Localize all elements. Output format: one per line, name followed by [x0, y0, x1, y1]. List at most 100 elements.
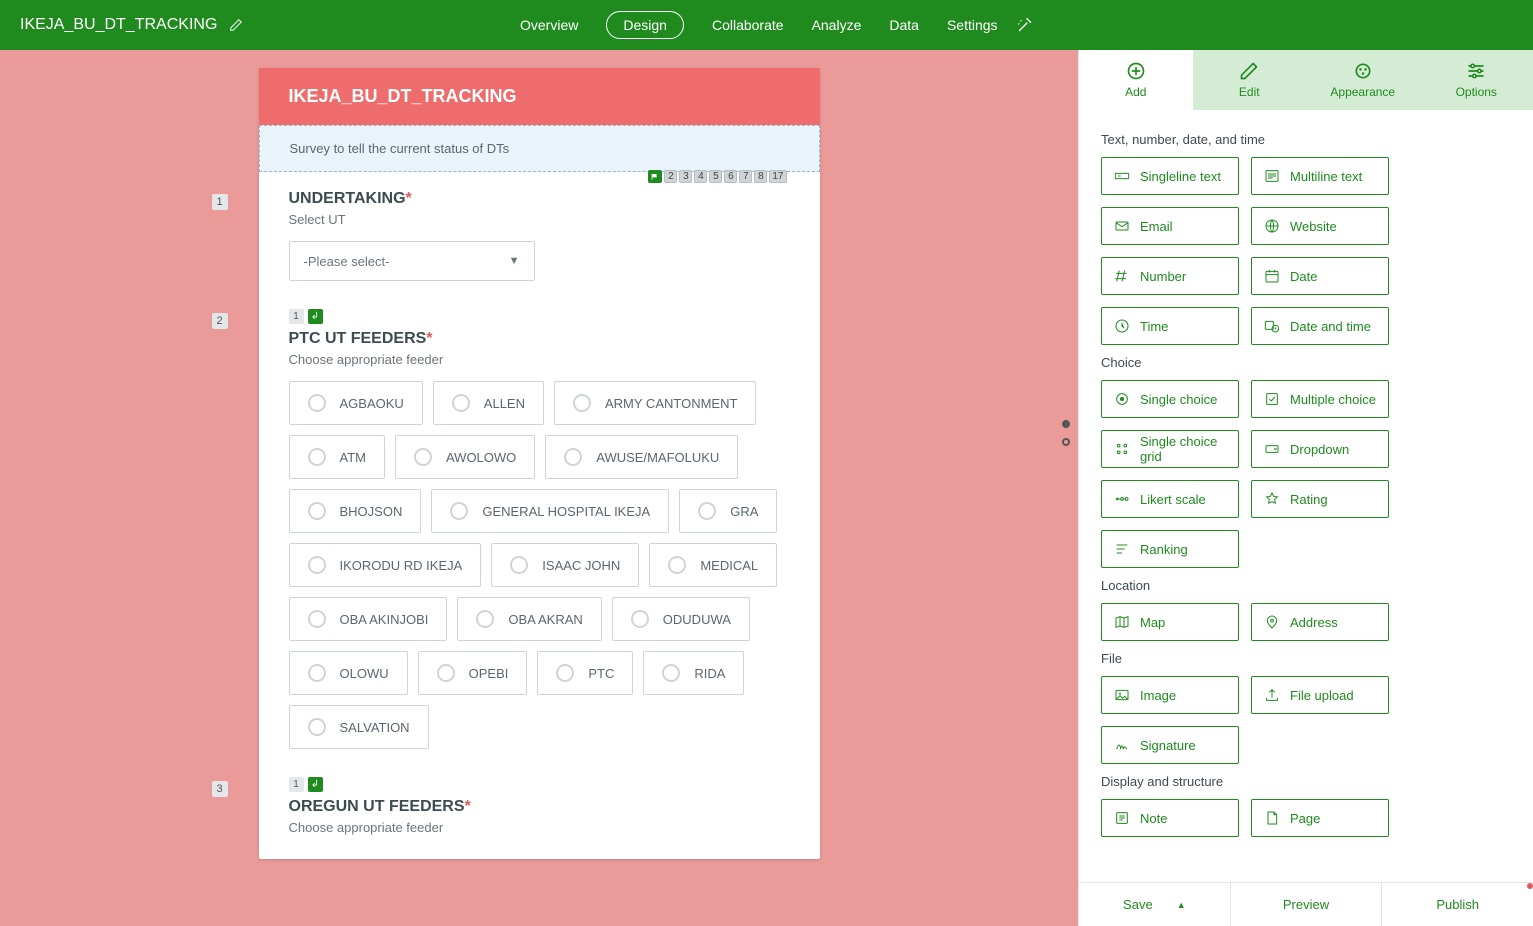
tool-singleline-text[interactable]: Singleline text: [1101, 157, 1239, 195]
tool-likert-scale[interactable]: Likert scale: [1101, 480, 1239, 518]
project-title: IKEJA_BU_DT_TRACKING: [20, 16, 217, 34]
dropdown-icon: [1264, 441, 1280, 457]
radio-icon: [556, 664, 574, 682]
singleline-text-icon: [1114, 168, 1130, 184]
preview-button[interactable]: Preview: [1230, 883, 1382, 926]
section-label: File: [1101, 651, 1511, 666]
radio-icon: [308, 610, 326, 628]
tool-website[interactable]: Website: [1251, 207, 1389, 245]
radio-icon: [308, 556, 326, 574]
tool-single-choice-grid[interactable]: Single choice grid: [1101, 430, 1239, 468]
tool-note[interactable]: Note: [1101, 799, 1239, 837]
tool-image[interactable]: Image: [1101, 676, 1239, 714]
tool-time[interactable]: Time: [1101, 307, 1239, 345]
tool-email[interactable]: Email: [1101, 207, 1239, 245]
radio-option[interactable]: OLOWU: [289, 651, 408, 695]
tool-single-choice[interactable]: Single choice: [1101, 380, 1239, 418]
radio-icon: [476, 610, 494, 628]
tool-number[interactable]: Number: [1101, 257, 1239, 295]
radio-option[interactable]: GENERAL HOSPITAL IKEJA: [431, 489, 669, 533]
nav-design[interactable]: Design: [606, 11, 684, 39]
chevron-up-icon[interactable]: ▲: [1177, 900, 1186, 910]
edit-title-icon[interactable]: [229, 18, 243, 32]
radio-option[interactable]: OPEBI: [418, 651, 528, 695]
tools-sidebar: AddEditAppearanceOptions Text, number, d…: [1078, 50, 1533, 926]
map-icon: [1114, 614, 1130, 630]
sidebar-tabs: AddEditAppearanceOptions: [1079, 50, 1533, 110]
radio-option[interactable]: AWUSE/MAFOLUKU: [545, 435, 738, 479]
tools-icon[interactable]: [1016, 16, 1034, 34]
rating-icon: [1264, 491, 1280, 507]
question-1[interactable]: 1 UNDERTAKING* Select UT -Please select-…: [259, 172, 820, 291]
tool-rating[interactable]: Rating: [1251, 480, 1389, 518]
tool-signature[interactable]: Signature: [1101, 726, 1239, 764]
add-icon: [1126, 61, 1146, 81]
sidebar-tab-appearance[interactable]: Appearance: [1306, 50, 1420, 110]
radio-icon: [564, 448, 582, 466]
undertaking-select[interactable]: -Please select- ▼: [289, 241, 535, 281]
nav-analyze[interactable]: Analyze: [812, 17, 862, 33]
radio-option[interactable]: OBA AKINJOBI: [289, 597, 448, 641]
tool-grid: Image File upload Signature: [1101, 676, 1511, 764]
nav-overview[interactable]: Overview: [520, 17, 578, 33]
tool-ranking[interactable]: Ranking: [1101, 530, 1239, 568]
nav-data[interactable]: Data: [889, 17, 919, 33]
radio-option[interactable]: AGBAOKU: [289, 381, 423, 425]
sidebar-tab-edit[interactable]: Edit: [1193, 50, 1307, 110]
multiple-choice-icon: [1264, 391, 1280, 407]
tool-map[interactable]: Map: [1101, 603, 1239, 641]
publish-button[interactable]: Publish: [1381, 883, 1533, 926]
radio-option[interactable]: PTC: [537, 651, 633, 695]
radio-option[interactable]: BHOJSON: [289, 489, 422, 533]
radio-option[interactable]: ATM: [289, 435, 385, 479]
question-3[interactable]: 3 1 ↲ OREGUN UT FEEDERS* Choose appropri…: [259, 759, 820, 859]
radio-option[interactable]: ISAAC JOHN: [491, 543, 639, 587]
tool-grid: Single choice Multiple choice Single choic…: [1101, 380, 1511, 568]
logic-badges: 1 ↲: [289, 309, 790, 324]
radio-icon: [414, 448, 432, 466]
time-icon: [1114, 318, 1130, 334]
tool-address[interactable]: Address: [1251, 603, 1389, 641]
form-title[interactable]: IKEJA_BU_DT_TRACKING: [259, 68, 820, 125]
nav-settings[interactable]: Settings: [947, 17, 998, 33]
file-upload-icon: [1264, 687, 1280, 703]
radio-icon: [698, 502, 716, 520]
logic-branch-icon[interactable]: ↲: [308, 777, 323, 792]
tool-grid: Singleline text Multiline text Email Websit…: [1101, 157, 1511, 345]
tool-multiple-choice[interactable]: Multiple choice: [1251, 380, 1389, 418]
radio-option[interactable]: IKORODU RD IKEJA: [289, 543, 482, 587]
radio-option[interactable]: ARMY CANTONMENT: [554, 381, 756, 425]
required-asterisk: *: [426, 330, 432, 347]
logic-ref[interactable]: 1: [289, 777, 304, 792]
radio-option[interactable]: ODUDUWA: [612, 597, 750, 641]
form-description[interactable]: Survey to tell the current status of DTs…: [259, 125, 820, 172]
logic-ref[interactable]: 1: [289, 309, 304, 324]
ranking-icon: [1114, 541, 1130, 557]
radio-option[interactable]: SALVATION: [289, 705, 429, 749]
save-button[interactable]: Save▲: [1079, 883, 1230, 926]
question-subtitle: Choose appropriate feeder: [289, 820, 790, 835]
sidebar-tab-add[interactable]: Add: [1079, 50, 1193, 110]
radio-option[interactable]: AWOLOWO: [395, 435, 535, 479]
required-asterisk: *: [406, 190, 412, 207]
tool-page[interactable]: Page: [1251, 799, 1389, 837]
tool-grid: Note Page: [1101, 799, 1511, 837]
tool-date-and-time[interactable]: Date and time: [1251, 307, 1389, 345]
radio-option[interactable]: GRA: [679, 489, 777, 533]
tool-dropdown[interactable]: Dropdown: [1251, 430, 1389, 468]
footer-actions: Save▲ Preview Publish: [1079, 882, 1533, 926]
logic-branch-icon[interactable]: ↲: [308, 309, 323, 324]
tool-multiline-text[interactable]: Multiline text: [1251, 157, 1389, 195]
top-bar: IKEJA_BU_DT_TRACKING Overview Design Colla…: [0, 0, 1533, 50]
tool-file-upload[interactable]: File upload: [1251, 676, 1389, 714]
radio-option[interactable]: OBA AKRAN: [457, 597, 601, 641]
edit-icon: [1239, 61, 1259, 81]
sidebar-tab-options[interactable]: Options: [1420, 50, 1533, 110]
radio-option[interactable]: ALLEN: [433, 381, 544, 425]
radio-option[interactable]: RIDA: [643, 651, 744, 695]
tool-date[interactable]: Date: [1251, 257, 1389, 295]
question-2[interactable]: 2 1 ↲ PTC UT FEEDERS* Choose appropriate…: [259, 291, 820, 759]
nav-collaborate[interactable]: Collaborate: [712, 17, 784, 33]
radio-icon: [662, 664, 680, 682]
radio-option[interactable]: MEDICAL: [649, 543, 777, 587]
